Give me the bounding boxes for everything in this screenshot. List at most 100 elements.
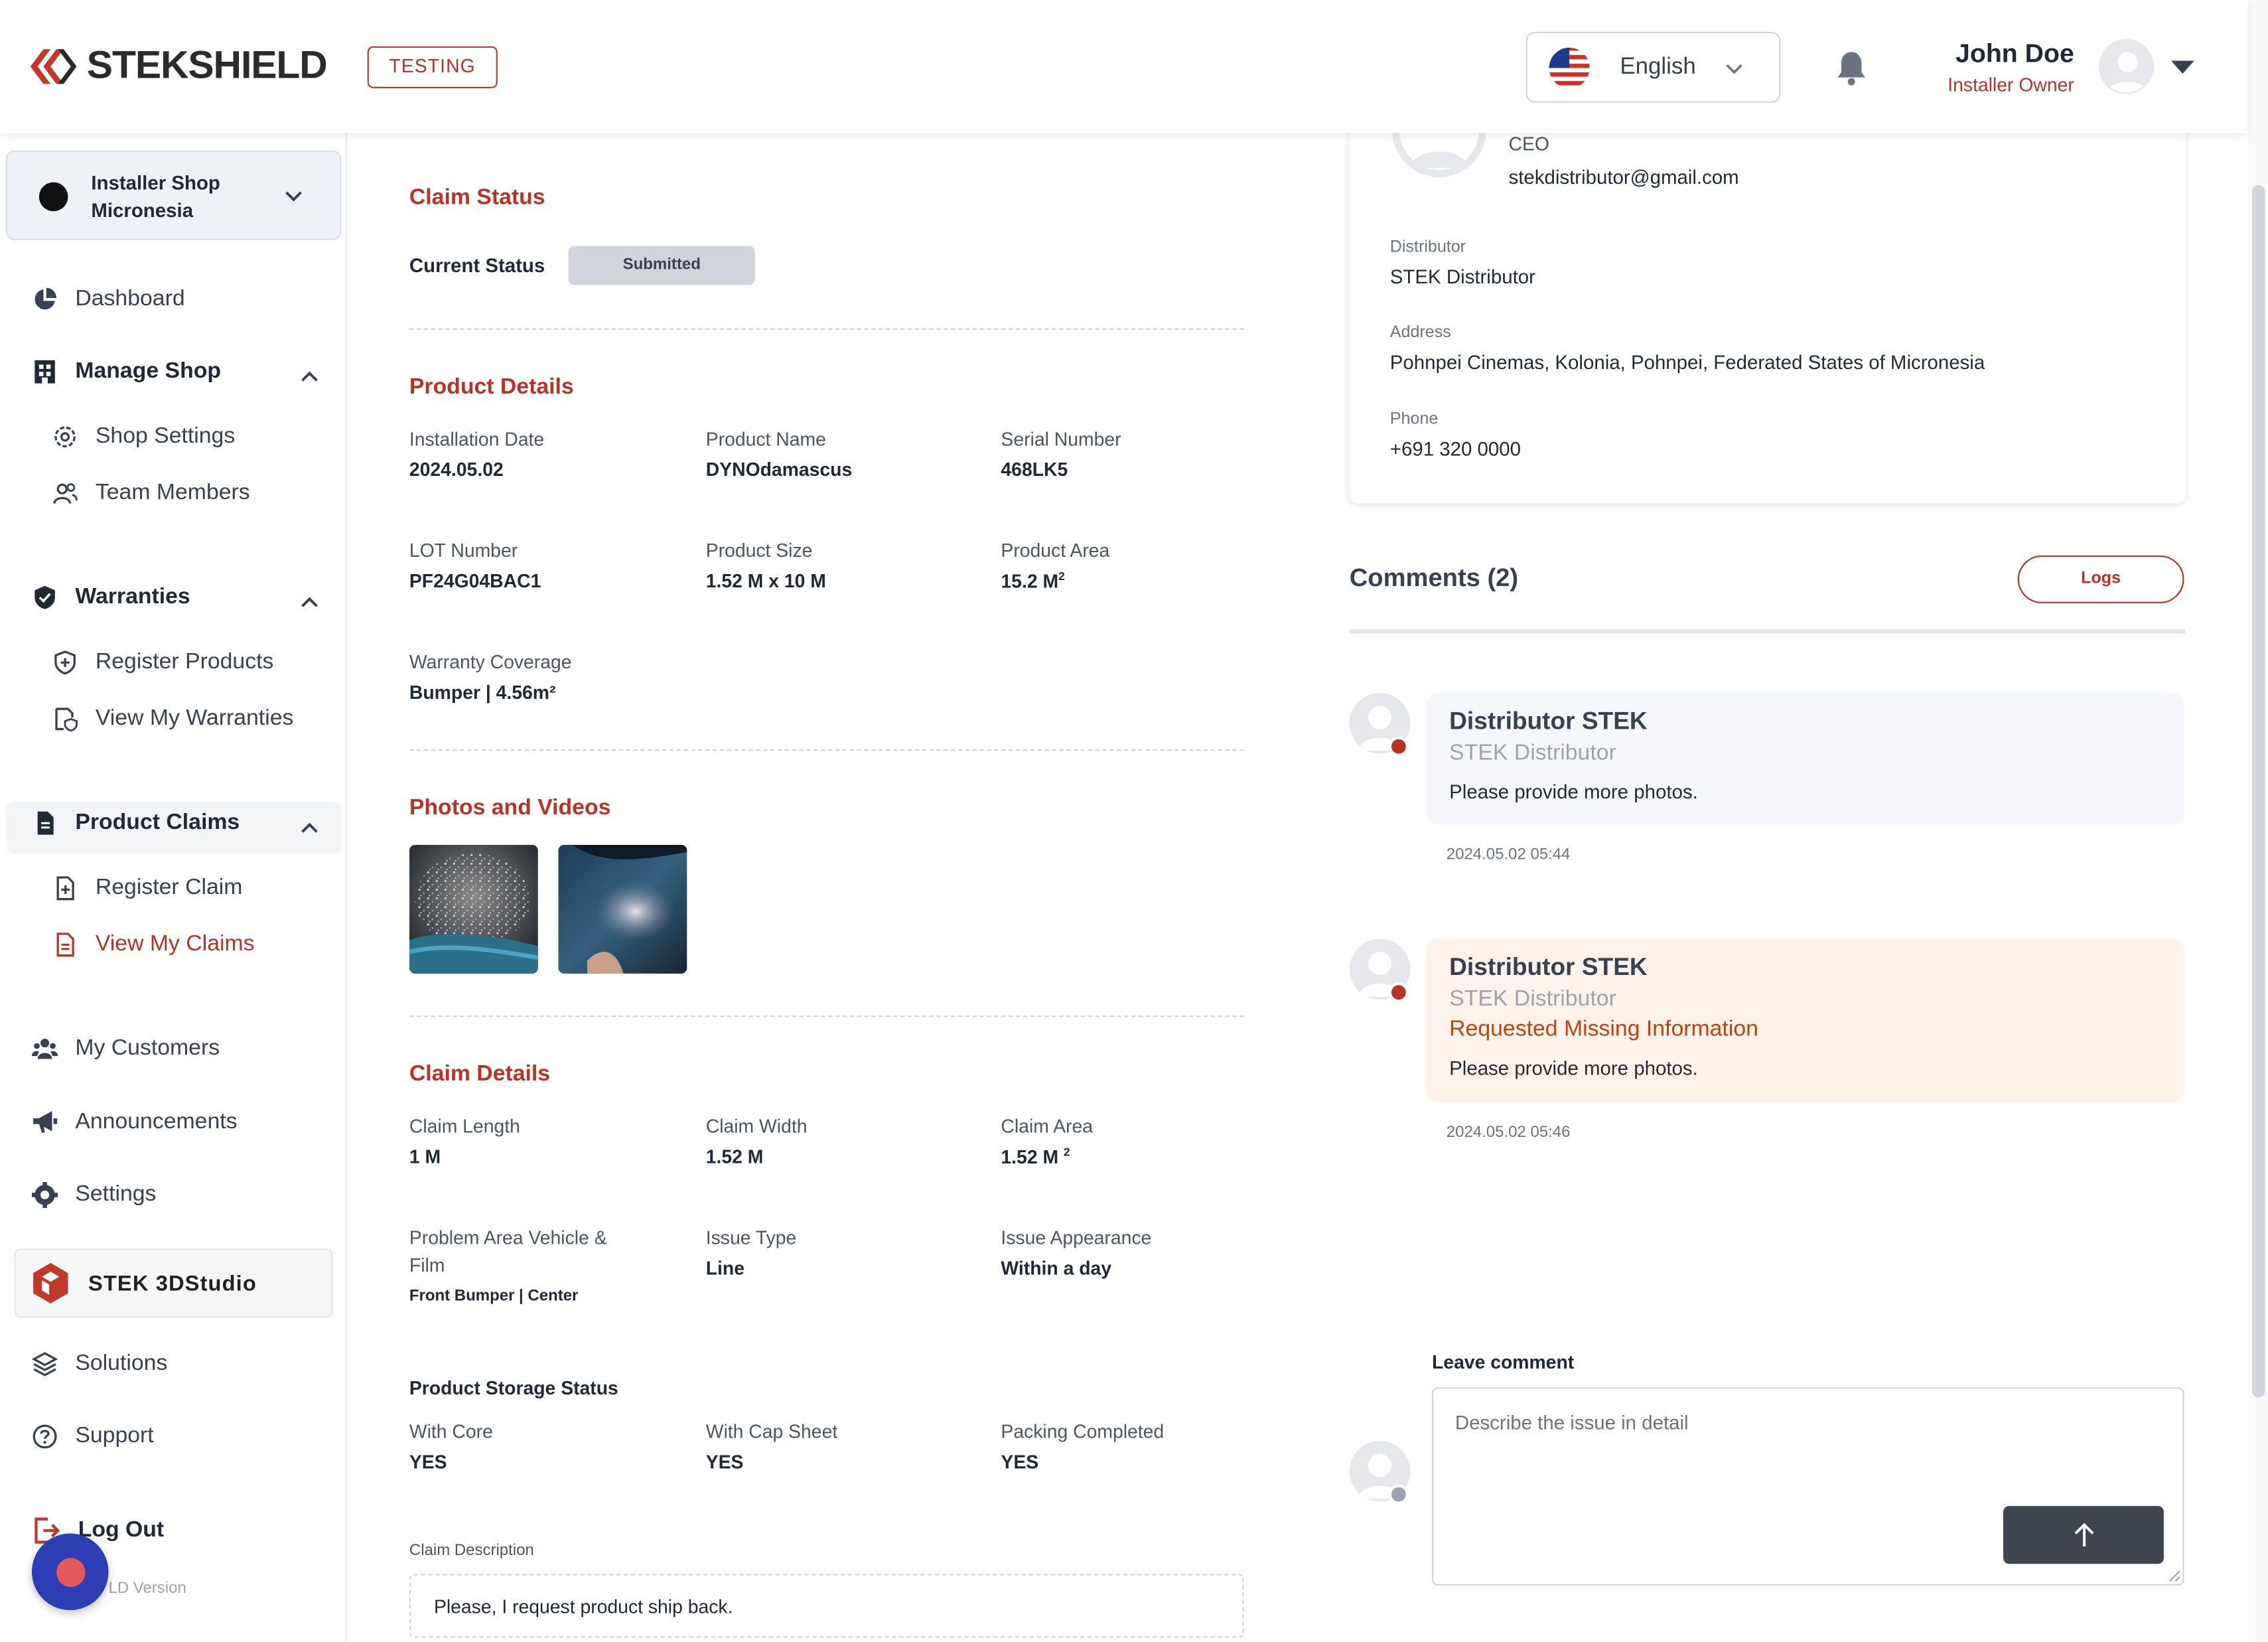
claim-photo-thumbnail[interactable]: [558, 844, 687, 974]
distributor-value: STEK Distributor: [1389, 266, 1535, 288]
address-value: Pohnpei Cinemas, Kolonia, Pohnpei, Feder…: [1389, 351, 1985, 374]
claim-length-label: Claim Length: [409, 1115, 520, 1138]
with-core-value: YES: [409, 1451, 447, 1473]
customers-icon: [31, 1039, 58, 1059]
phone-value: +691 320 0000: [1389, 438, 1521, 461]
product-details-heading: Product Details: [409, 374, 574, 400]
sidebar-item-label: Settings: [75, 1181, 157, 1207]
document-icon: [37, 811, 54, 835]
comment-item: Distributor STEK STEK Distributor Reques…: [1426, 938, 2184, 1102]
notification-bell-icon[interactable]: [1834, 49, 1869, 87]
user-name: John Doe: [1955, 38, 2074, 68]
shop-switcher[interactable]: Installer Shop Micronesia: [5, 150, 342, 240]
warranty-coverage-label: Warranty Coverage: [409, 650, 572, 673]
comment-organization: STEK Distributor: [1449, 986, 1616, 1011]
sidebar-item-settings[interactable]: Settings: [31, 1181, 157, 1209]
sidebar-item-my-customers[interactable]: My Customers: [31, 1035, 220, 1062]
logs-button[interactable]: Logs: [2017, 556, 2184, 603]
users-icon: [53, 483, 78, 504]
sidebar-item-label: Announcements: [75, 1109, 238, 1134]
sidebar-item-team-members[interactable]: Team Members: [52, 481, 250, 506]
environment-badge: TESTING: [367, 46, 498, 88]
question-circle-icon: [33, 1424, 57, 1449]
user-role: Installer Owner: [1948, 74, 2074, 96]
gear-icon: [54, 426, 76, 448]
sidebar-item-shop-settings[interactable]: Shop Settings: [52, 424, 235, 450]
section-divider: [409, 1015, 1244, 1017]
packing-completed-value: YES: [1001, 1451, 1039, 1473]
shop-name: Installer Shop Micronesia: [91, 169, 220, 224]
layers-icon: [31, 1352, 58, 1377]
gear-icon: [31, 1181, 58, 1209]
sidebar-item-label: Dashboard: [75, 286, 185, 311]
language-select[interactable]: English: [1525, 31, 1781, 103]
sidebar-item-manage-shop[interactable]: Manage Shop: [32, 359, 221, 385]
claim-status-heading: Claim Status: [409, 185, 545, 210]
stek-3dstudio-link[interactable]: STEK 3DStudio: [14, 1248, 333, 1318]
status-badge: Submitted: [568, 246, 755, 285]
storage-status-heading: Product Storage Status: [409, 1377, 618, 1399]
shop-logo: [38, 182, 68, 212]
stek-badge-icon: [1388, 736, 1409, 757]
chevron-down-icon: [1727, 63, 1743, 74]
send-comment-button[interactable]: [2003, 1506, 2164, 1564]
sidebar-item-label: Solutions: [75, 1351, 168, 1376]
comments-divider: [1349, 629, 2186, 634]
sidebar-item-support[interactable]: Support: [32, 1424, 154, 1450]
sidebar-item-label: Shop Settings: [95, 423, 236, 449]
user-silhouette-icon: [2107, 52, 2149, 93]
chevron-up-icon[interactable]: [298, 590, 321, 613]
claim-width-label: Claim Width: [705, 1115, 808, 1138]
claim-area-number: 1.52 M: [1001, 1146, 1064, 1168]
sidebar-item-label: My Customers: [75, 1035, 220, 1061]
caret-down-icon[interactable]: [2170, 58, 2194, 75]
us-flag-icon: [1549, 46, 1590, 88]
product-area-label: Product Area: [1001, 540, 1110, 561]
sidebar-item-label: Warranties: [75, 584, 190, 609]
packing-completed-label: Packing Completed: [1001, 1420, 1165, 1443]
contact-title: CEO: [1508, 133, 1549, 155]
document-list-icon: [56, 933, 74, 957]
chat-launcher-button[interactable]: [31, 1533, 109, 1611]
claim-photo-thumbnail[interactable]: [409, 844, 538, 974]
product-area-unit-exponent: 2: [1058, 569, 1065, 583]
chevron-up-icon[interactable]: [298, 816, 321, 839]
claim-description-label: Claim Description: [409, 1542, 534, 1560]
sidebar-item-view-claims[interactable]: View My Claims: [52, 932, 255, 958]
user-avatar[interactable]: [2098, 38, 2154, 94]
installation-date-label: Installation Date: [409, 428, 545, 450]
sidebar-item-view-warranties[interactable]: View My Warranties: [52, 706, 293, 732]
comment-author: Distributor STEK: [1449, 953, 1648, 981]
sidebar-item-warranties[interactable]: Warranties: [32, 585, 190, 611]
stek-3dstudio-logo-icon: [33, 1262, 68, 1304]
distributor-label: Distributor: [1389, 238, 1466, 256]
lot-number-value: PF24G04BAC1: [409, 569, 541, 592]
product-size-value: 1.52 M x 10 M: [705, 569, 826, 592]
photo-car-front: [558, 844, 687, 974]
comment-author: Distributor STEK: [1449, 707, 1648, 735]
sidebar-item-product-claims[interactable]: Product Claims: [32, 810, 240, 836]
product-name-label: Product Name: [705, 428, 826, 450]
resize-handle-icon[interactable]: [2166, 1568, 2181, 1583]
claim-width-value: 1.52 M: [705, 1146, 764, 1168]
sidebar-item-dashboard[interactable]: Dashboard: [32, 287, 185, 313]
document-plus-icon: [56, 876, 74, 901]
problem-area-label: Problem Area Vehicle & Film: [409, 1227, 607, 1276]
chevron-up-icon[interactable]: [298, 364, 321, 388]
serial-number-value: 468LK5: [1001, 458, 1068, 481]
phone-label: Phone: [1389, 411, 1439, 429]
sidebar-item-announcements[interactable]: Announcements: [32, 1110, 238, 1136]
problem-area-value: Front Bumper | Center: [409, 1287, 579, 1306]
brand-logo[interactable]: STEKSHIELD: [29, 43, 328, 88]
scrollbar-thumb[interactable]: [2251, 185, 2265, 1398]
user-info: John Doe Installer Owner: [1924, 39, 2074, 96]
distributor-card: CEO stekdistributor@gmail.com Distributo…: [1349, 83, 2186, 504]
sidebar-item-register-claim[interactable]: Register Claim: [52, 875, 242, 901]
photos-heading: Photos and Videos: [409, 795, 611, 820]
shield-plus-icon: [54, 650, 76, 675]
sidebar-item-solutions[interactable]: Solutions: [31, 1351, 168, 1377]
language-label: English: [1620, 54, 1696, 79]
lot-number-label: LOT Number: [409, 540, 518, 561]
sidebar-item-register-products[interactable]: Register Products: [52, 650, 273, 676]
with-core-label: With Core: [409, 1420, 493, 1443]
